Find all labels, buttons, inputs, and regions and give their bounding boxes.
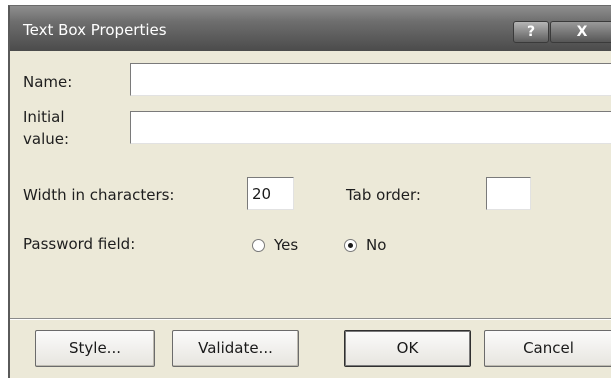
- width-field[interactable]: [247, 177, 294, 210]
- password-field-label: Password field:: [23, 235, 136, 253]
- radio-button-icon[interactable]: [252, 238, 265, 252]
- title-bar[interactable]: Text Box Properties ? X: [10, 6, 611, 51]
- text-box-properties-dialog: Text Box Properties ? X Name: Initial va…: [8, 5, 611, 378]
- tab-order-label: Tab order:: [346, 186, 421, 204]
- dialog-title: Text Box Properties: [23, 21, 167, 39]
- password-yes-radio[interactable]: Yes: [252, 236, 298, 254]
- ok-button[interactable]: OK: [344, 330, 471, 367]
- initial-value-field[interactable]: [130, 111, 611, 144]
- close-button[interactable]: X: [550, 21, 611, 43]
- style-button[interactable]: Style...: [35, 330, 155, 367]
- validate-button[interactable]: Validate...: [172, 330, 299, 367]
- tab-order-field[interactable]: [486, 177, 531, 210]
- initial-value-label-line1: Initial: [23, 108, 65, 126]
- password-yes-label: Yes: [274, 236, 299, 254]
- divider-highlight: [10, 319, 611, 320]
- close-icon: X: [576, 24, 588, 40]
- initial-value-label-line2: value:: [23, 130, 70, 148]
- name-label: Name:: [23, 73, 73, 91]
- width-label: Width in characters:: [23, 186, 175, 204]
- name-field[interactable]: [130, 63, 611, 96]
- password-no-label: No: [366, 236, 387, 254]
- radio-dot-icon: [348, 242, 353, 248]
- cancel-button[interactable]: Cancel: [484, 330, 611, 367]
- help-button[interactable]: ?: [513, 21, 549, 43]
- help-icon: ?: [526, 24, 536, 40]
- radio-button-selected-icon[interactable]: [344, 238, 357, 252]
- password-no-radio[interactable]: No: [344, 236, 386, 254]
